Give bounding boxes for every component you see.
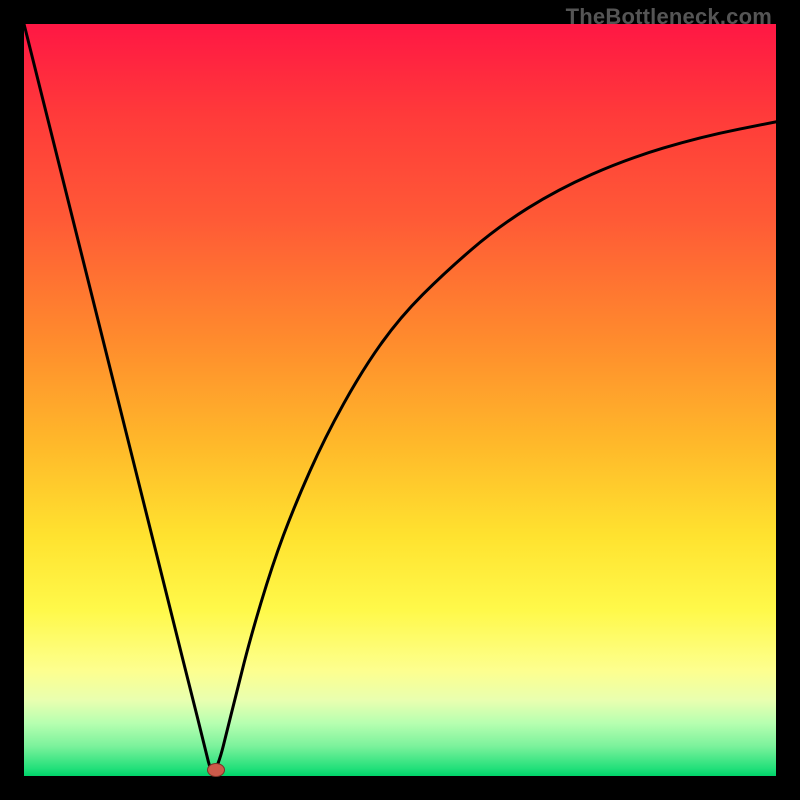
curve-svg xyxy=(24,24,776,776)
optimum-marker xyxy=(207,763,225,777)
plot-area xyxy=(24,24,776,776)
watermark-text: TheBottleneck.com xyxy=(566,4,772,30)
bottleneck-curve-path xyxy=(24,24,776,771)
chart-container: TheBottleneck.com xyxy=(0,0,800,800)
